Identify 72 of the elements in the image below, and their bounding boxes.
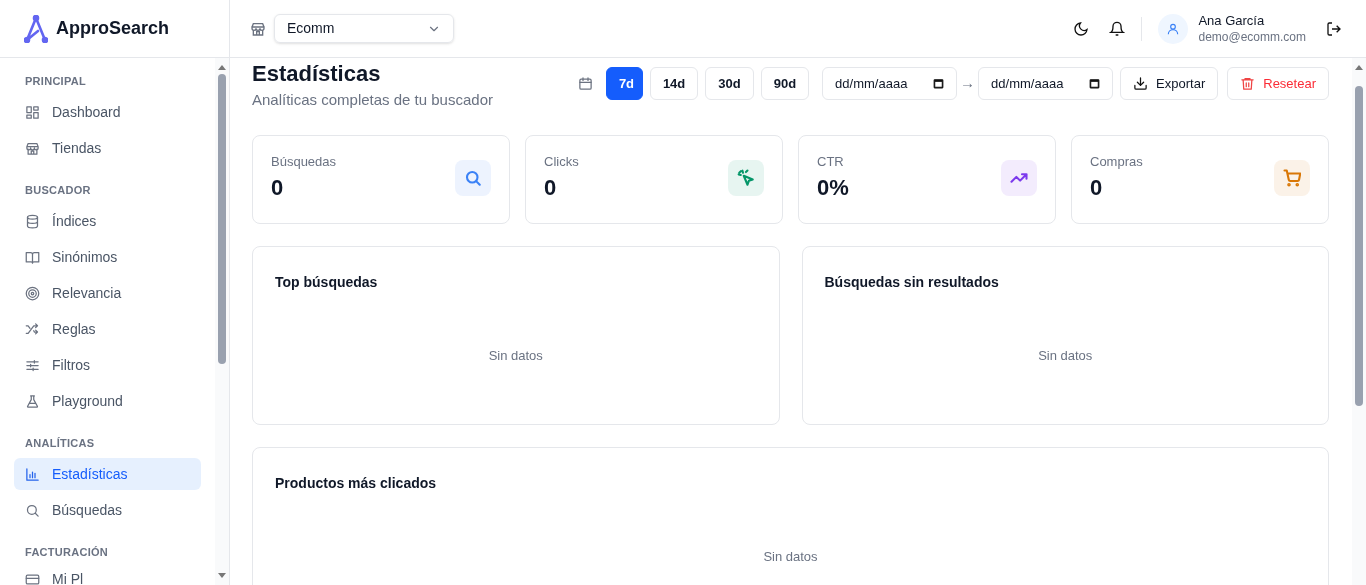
store-icon	[250, 20, 266, 37]
sidebar-item[interactable]: Filtros	[14, 349, 201, 381]
sidebar-item[interactable]: Dashboard	[14, 96, 201, 128]
stat-value: 0	[544, 174, 558, 202]
sidebar-item[interactable]: Sinónimos	[14, 241, 201, 273]
flask-icon	[25, 393, 40, 409]
sidebar-item[interactable]: Reglas	[14, 313, 201, 345]
user-icon	[1166, 21, 1181, 36]
panel-title: Productos más clicados	[275, 474, 438, 493]
target-icon	[25, 285, 40, 301]
sidebar-item[interactable]: Playground	[14, 385, 201, 417]
logo-icon	[24, 14, 48, 43]
search-icon	[25, 502, 40, 518]
book-icon	[25, 249, 40, 265]
brand-name: ApproSearch	[56, 17, 170, 40]
period-tab[interactable]: 14d	[649, 67, 699, 100]
section-heading: PRINCIPAL	[24, 73, 87, 89]
sidebar-item[interactable]: Relevancia	[14, 277, 201, 309]
section-heading: ANALÍTICAS	[24, 435, 96, 451]
main-scrollbar[interactable]	[1352, 58, 1366, 585]
stat-label: Clicks	[544, 154, 579, 170]
calendar-icon	[932, 77, 946, 90]
avatar[interactable]	[1158, 13, 1189, 44]
database-icon	[25, 213, 40, 229]
calendar-icon	[1088, 77, 1102, 90]
store-icon	[25, 140, 40, 156]
calendar-icon	[577, 76, 593, 91]
bell-icon[interactable]	[1109, 20, 1126, 37]
moon-icon[interactable]	[1073, 20, 1090, 37]
page-subtitle: Analíticas completas de tu buscador	[252, 90, 493, 110]
sidebar-item[interactable]: Tiendas	[14, 132, 201, 164]
user-email: demo@ecomm.com	[1198, 28, 1306, 45]
page-title: Estadísticas	[252, 60, 382, 88]
panel-title: Búsquedas sin resultados	[824, 273, 1000, 292]
period-tab[interactable]: 90d	[760, 67, 810, 100]
stat-label: Compras	[1090, 154, 1143, 170]
panel-title: Top búsquedas	[275, 273, 379, 292]
sidebar-item[interactable]: Búsquedas	[14, 494, 201, 526]
empty-state-text: Sin datos	[762, 548, 819, 566]
sidebar-item[interactable]: Índices	[14, 205, 201, 237]
date-field[interactable]: dd/mm/aaaa	[822, 67, 958, 100]
card-icon	[25, 571, 40, 585]
scroll-down-icon[interactable]	[218, 573, 226, 579]
stat-label: CTR	[817, 154, 845, 170]
period-tab[interactable]: 7d	[605, 67, 643, 100]
reset-button[interactable]: Resetear	[1227, 67, 1329, 100]
stat-label: Búsquedas	[271, 154, 337, 170]
grid-icon	[25, 104, 40, 120]
empty-state-text: Sin datos	[1037, 347, 1094, 365]
stat-value: 0%	[817, 174, 849, 202]
export-button[interactable]: Exportar	[1120, 67, 1219, 100]
section-heading: BUSCADOR	[24, 182, 92, 198]
stat-value: 0	[1090, 174, 1104, 202]
range-arrow: →	[960, 73, 976, 94]
trash-icon	[1240, 76, 1256, 91]
period-tab[interactable]: 30d	[705, 67, 754, 100]
scroll-up-icon[interactable]	[218, 64, 226, 70]
user-name: Ana García	[1198, 12, 1266, 29]
shuffle-icon	[25, 321, 40, 337]
empty-state-text: Sin datos	[487, 347, 544, 365]
scroll-up-icon[interactable]	[1355, 64, 1363, 70]
bar-chart-icon	[25, 466, 40, 482]
date-field[interactable]: dd/mm/aaaa	[978, 67, 1114, 100]
sidebar-item[interactable]: Estadísticas	[14, 458, 201, 490]
sidebar-item[interactable]: Mi Pl	[14, 563, 201, 585]
logout-icon[interactable]	[1326, 20, 1342, 37]
store-dropdown[interactable]: Ecomm	[274, 14, 454, 43]
section-heading: FACTURACIÓN	[24, 544, 110, 560]
download-icon	[1133, 76, 1149, 91]
sidebar-scrollbar[interactable]	[215, 58, 229, 585]
sliders-icon	[25, 357, 40, 373]
stat-value: 0	[271, 174, 285, 202]
